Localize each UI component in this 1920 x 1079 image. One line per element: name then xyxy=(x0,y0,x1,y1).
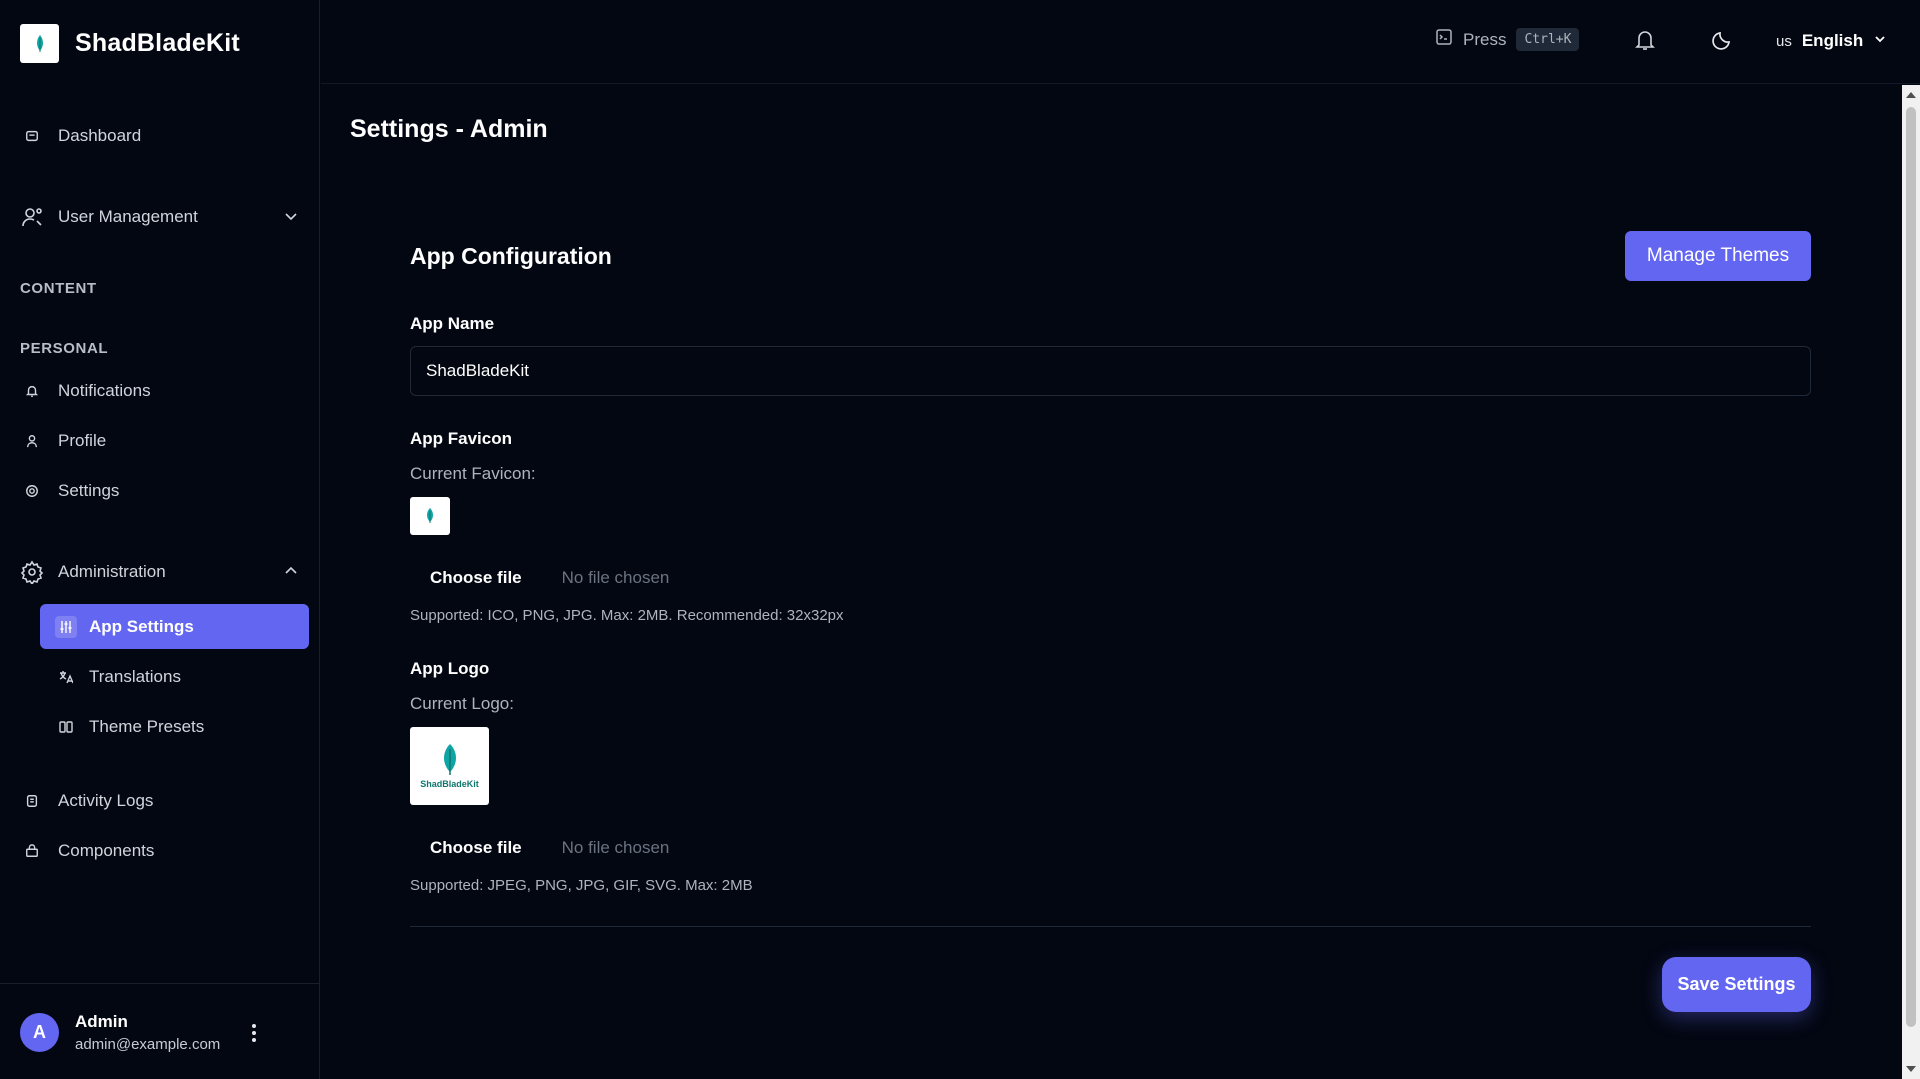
topbar: Press Ctrl+K us English xyxy=(321,0,1920,84)
log-icon xyxy=(20,789,44,813)
scroll-up-arrow-icon[interactable] xyxy=(1906,92,1916,98)
logo-wordmark: ShadBladeKit xyxy=(420,779,479,789)
page-title: Settings - Admin xyxy=(350,115,548,143)
no-file-text: No file chosen xyxy=(561,568,670,587)
sidebar-item-notifications[interactable]: Notifications xyxy=(20,371,300,411)
brand-logo xyxy=(20,24,59,63)
shortcut-kbd: Ctrl+K xyxy=(1516,28,1580,51)
brand[interactable]: ShadBladeKit xyxy=(20,24,240,63)
sidebar-item-app-settings[interactable]: App Settings xyxy=(40,604,309,649)
languages-icon xyxy=(55,666,77,688)
section-label-personal: PERSONAL xyxy=(20,340,109,357)
save-settings-button[interactable]: Save Settings xyxy=(1662,957,1811,1012)
command-palette-trigger[interactable]: Press Ctrl+K xyxy=(1435,28,1580,51)
app-favicon-label: App Favicon xyxy=(410,429,513,448)
chevron-up-icon xyxy=(282,562,300,585)
app-name-input[interactable] xyxy=(410,346,1811,396)
chevron-down-icon xyxy=(282,207,300,230)
sidebar-item-profile[interactable]: Profile xyxy=(20,421,300,461)
sidebar-item-label: App Settings xyxy=(89,616,194,636)
sidebar: ShadBladeKit Dashboard User Management C… xyxy=(0,0,320,1079)
moon-icon[interactable] xyxy=(1711,29,1733,56)
scroll-thumb[interactable] xyxy=(1906,107,1916,1027)
users-cog-icon xyxy=(20,205,44,229)
sidebar-item-label: Activity Logs xyxy=(58,791,154,810)
divider xyxy=(410,926,1811,927)
manage-themes-button[interactable]: Manage Themes xyxy=(1625,231,1811,281)
sidebar-item-user-management[interactable]: User Management xyxy=(20,197,300,237)
sidebar-item-label: Settings xyxy=(58,481,120,500)
user-block[interactable]: A Admin admin@example.com xyxy=(0,983,320,1079)
terminal-icon xyxy=(1435,28,1453,51)
current-favicon-label: Current Favicon: xyxy=(410,464,536,483)
sidebar-item-activity-logs[interactable]: Activity Logs xyxy=(20,781,300,821)
sidebar-item-label: Translations xyxy=(89,666,181,686)
sidebar-item-translations[interactable]: Translations xyxy=(40,654,309,699)
sidebar-item-label: Components xyxy=(58,841,155,860)
notifications-bell-icon[interactable] xyxy=(1634,28,1656,57)
choose-file-button[interactable]: Choose file xyxy=(430,838,522,858)
user-name: Admin xyxy=(75,1012,128,1031)
choose-file-button[interactable]: Choose file xyxy=(430,568,522,588)
sidebar-item-label: User Management xyxy=(58,207,198,226)
sidebar-item-label: Theme Presets xyxy=(89,716,205,736)
user-email: admin@example.com xyxy=(75,1036,221,1053)
current-favicon-image xyxy=(410,497,450,535)
sidebar-item-label: Notifications xyxy=(58,381,151,400)
bell-icon xyxy=(20,379,44,403)
no-file-text: No file chosen xyxy=(561,838,670,857)
section-title: App Configuration xyxy=(410,243,612,269)
palette-icon xyxy=(55,716,77,738)
sidebar-item-administration[interactable]: Administration xyxy=(20,552,300,592)
logo-hint: Supported: JPEG, PNG, JPG, GIF, SVG. Max… xyxy=(410,877,753,894)
gear-icon xyxy=(20,479,44,503)
gear-icon xyxy=(20,560,44,584)
sidebar-item-label: Administration xyxy=(58,562,166,581)
current-logo-image: ShadBladeKit xyxy=(410,727,489,805)
favicon-hint: Supported: ICO, PNG, JPG. Max: 2MB. Reco… xyxy=(410,607,844,624)
sidebar-item-components[interactable]: Components xyxy=(20,831,300,871)
favicon-file-input[interactable]: Choose file No file chosen xyxy=(430,568,669,588)
dashboard-icon xyxy=(20,124,44,148)
sidebar-item-settings[interactable]: Settings xyxy=(20,471,300,511)
scroll-down-arrow-icon[interactable] xyxy=(1906,1066,1916,1072)
brand-name: ShadBladeKit xyxy=(75,29,240,57)
sidebar-item-dashboard[interactable]: Dashboard xyxy=(20,116,300,156)
avatar: A xyxy=(20,1013,59,1052)
section-label-content: CONTENT xyxy=(20,280,97,297)
sidebar-item-label: Profile xyxy=(58,431,107,450)
sliders-icon xyxy=(55,615,77,638)
current-logo-label: Current Logo: xyxy=(410,694,514,713)
app-logo-label: App Logo xyxy=(410,659,490,678)
sidebar-item-theme-presets[interactable]: Theme Presets xyxy=(40,704,309,749)
press-label: Press xyxy=(1463,29,1507,49)
logo-file-input[interactable]: Choose file No file chosen xyxy=(430,838,669,858)
scrollbar[interactable] xyxy=(1902,85,1920,1079)
chevron-down-icon xyxy=(1873,31,1887,51)
box-icon xyxy=(20,839,44,863)
user-icon xyxy=(20,429,44,453)
flag-label: us xyxy=(1776,32,1792,50)
language-selector[interactable]: us English xyxy=(1776,31,1887,51)
app-name-label: App Name xyxy=(410,314,495,333)
language-label: English xyxy=(1801,31,1864,50)
more-vertical-icon[interactable] xyxy=(244,1018,264,1048)
sidebar-item-label: Dashboard xyxy=(58,126,142,145)
